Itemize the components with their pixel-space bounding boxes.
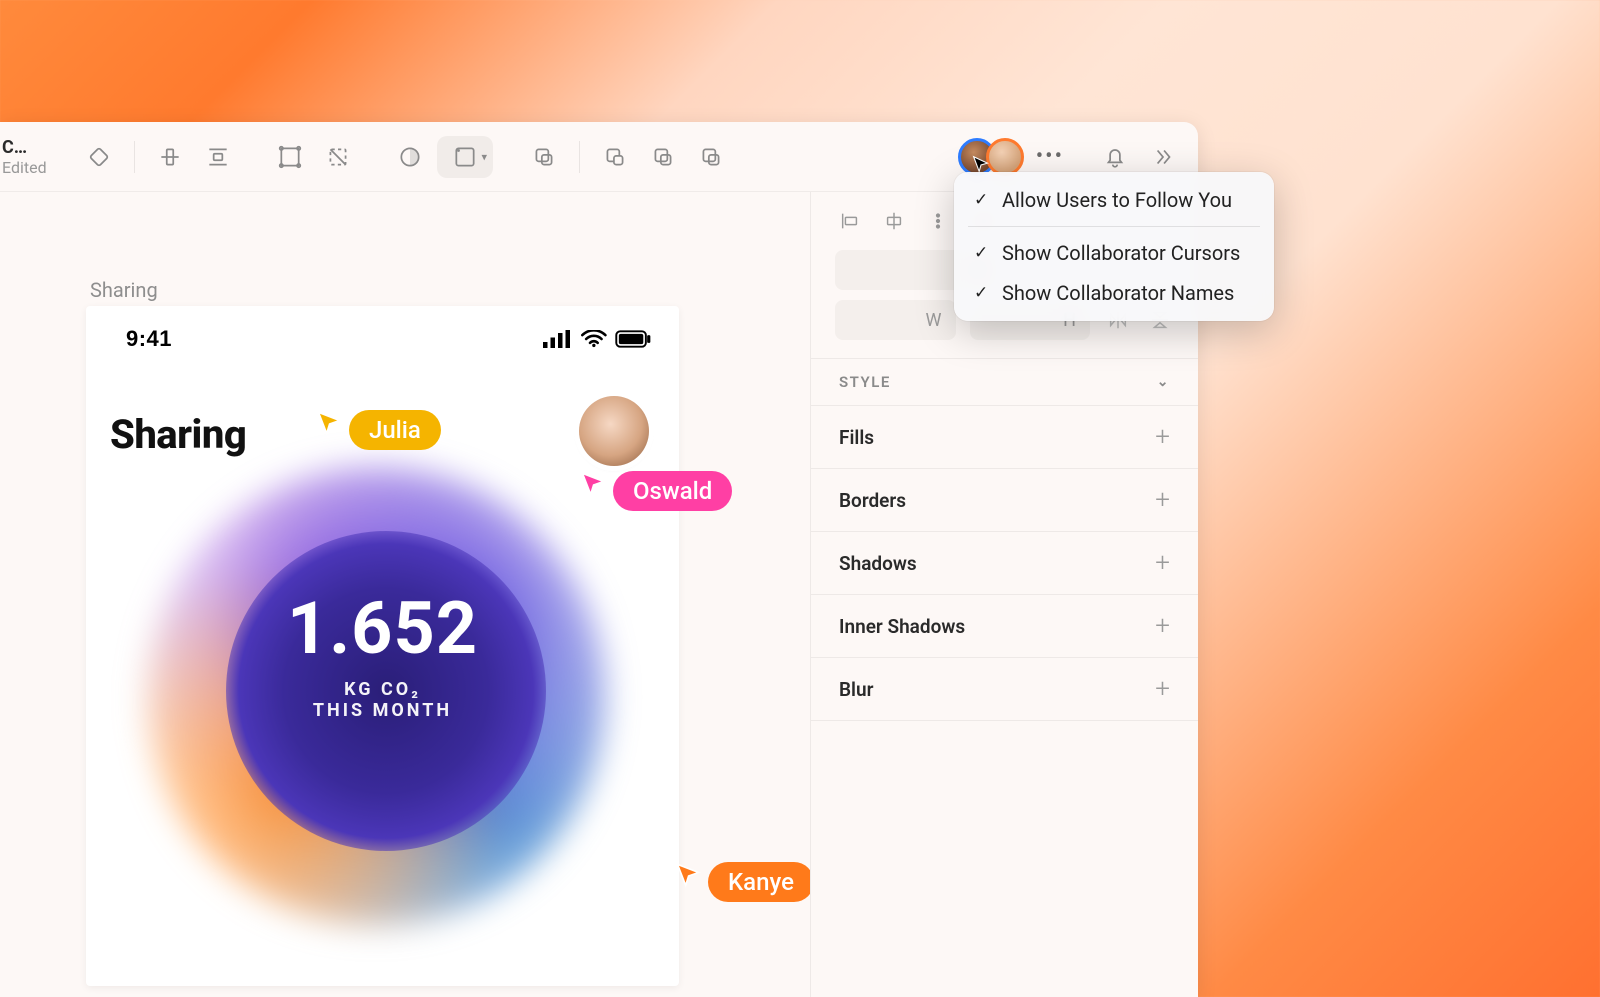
dropdown-item-label: Show Collaborator Names	[1002, 281, 1234, 305]
dropdown-item-label: Show Collaborator Cursors	[1002, 241, 1240, 265]
collab-name-pill: Oswald	[613, 471, 732, 511]
profile-avatar	[579, 396, 649, 466]
align-center-h-icon[interactable]	[879, 206, 909, 236]
metric-label-1: KG CO₂	[86, 679, 679, 700]
metric-block: 1.652 KG CO₂ THIS MONTH	[86, 586, 679, 721]
style-section-header[interactable]: STYLE ⌄	[811, 358, 1198, 405]
align-vertical-icon[interactable]	[149, 136, 191, 178]
difference-icon[interactable]	[690, 136, 732, 178]
distribute-vertical-icon[interactable]	[197, 136, 239, 178]
check-icon: ✓	[974, 283, 992, 303]
avatar[interactable]	[986, 138, 1024, 176]
document-subtitle: Edited	[2, 158, 48, 177]
dropdown-item-cursors[interactable]: ✓ Show Collaborator Cursors	[954, 233, 1274, 273]
subtract-icon[interactable]	[594, 136, 636, 178]
edit-path-icon[interactable]	[317, 136, 359, 178]
dropdown-item-names[interactable]: ✓ Show Collaborator Names	[954, 273, 1274, 313]
plus-icon[interactable]: +	[1155, 487, 1170, 513]
metric-label-2: THIS MONTH	[86, 700, 679, 721]
inner-shadows-row[interactable]: Inner Shadows+	[811, 594, 1198, 657]
dropdown-item-follow[interactable]: ✓ Allow Users to Follow You	[954, 180, 1274, 220]
style-header-label: STYLE	[839, 373, 891, 391]
check-icon: ✓	[974, 243, 992, 263]
collab-name-pill: Julia	[349, 410, 441, 450]
fills-row[interactable]: Fills+	[811, 405, 1198, 468]
diamond-icon[interactable]	[78, 136, 120, 178]
artboard-label[interactable]: Sharing	[90, 278, 158, 302]
collaboration-dropdown[interactable]: ✓ Allow Users to Follow You ✓ Show Colla…	[954, 172, 1274, 321]
battery-icon	[615, 330, 651, 348]
collab-cursor-julia: Julia	[315, 410, 441, 450]
plus-icon[interactable]: +	[1155, 550, 1170, 576]
check-icon: ✓	[974, 190, 992, 210]
status-time: 9:41	[126, 326, 172, 352]
shadows-row[interactable]: Shadows+	[811, 531, 1198, 594]
more-icon[interactable]: •••	[1036, 146, 1064, 168]
plus-icon[interactable]: +	[1155, 424, 1170, 450]
document-title-block: C… Edited	[0, 137, 48, 177]
union-icon[interactable]	[523, 136, 565, 178]
blur-row[interactable]: Blur+	[811, 657, 1198, 721]
collab-name-pill: Kanye	[708, 862, 814, 902]
more-vertical-icon[interactable]	[923, 206, 953, 236]
app-window: C… Edited ▾ •••	[0, 122, 1198, 997]
dropdown-item-label: Allow Users to Follow You	[1002, 188, 1232, 212]
document-title: C…	[2, 137, 48, 158]
mask-icon[interactable]	[389, 136, 431, 178]
plus-icon[interactable]: +	[1155, 613, 1170, 639]
w-field[interactable]: W	[835, 300, 956, 340]
wifi-icon	[581, 330, 607, 348]
group-select-icon[interactable]	[269, 136, 311, 178]
phone-artboard[interactable]: 9:41 Sharing 1.652 KG CO₂ THIS MONTH Jul…	[86, 306, 679, 986]
align-left-icon[interactable]	[835, 206, 865, 236]
borders-row[interactable]: Borders+	[811, 468, 1198, 531]
create-symbol-button[interactable]: ▾	[437, 136, 493, 178]
chevron-down-icon: ⌄	[1157, 374, 1170, 390]
screen-title: Sharing	[110, 411, 246, 458]
collaborator-avatars[interactable]	[958, 138, 1024, 176]
canvas[interactable]: Sharing 9:41 Sharing 1.652 KG CO₂ THIS M…	[0, 192, 810, 997]
collab-cursor-kanye: Kanye	[674, 862, 814, 902]
status-bar: 9:41	[86, 306, 679, 352]
intersect-icon[interactable]	[642, 136, 684, 178]
signal-icon	[543, 330, 573, 348]
plus-icon[interactable]: +	[1155, 676, 1170, 702]
chevron-down-icon: ▾	[481, 150, 487, 163]
collab-cursor-oswald: Oswald	[579, 471, 732, 511]
metric-value: 1.652	[86, 586, 679, 671]
